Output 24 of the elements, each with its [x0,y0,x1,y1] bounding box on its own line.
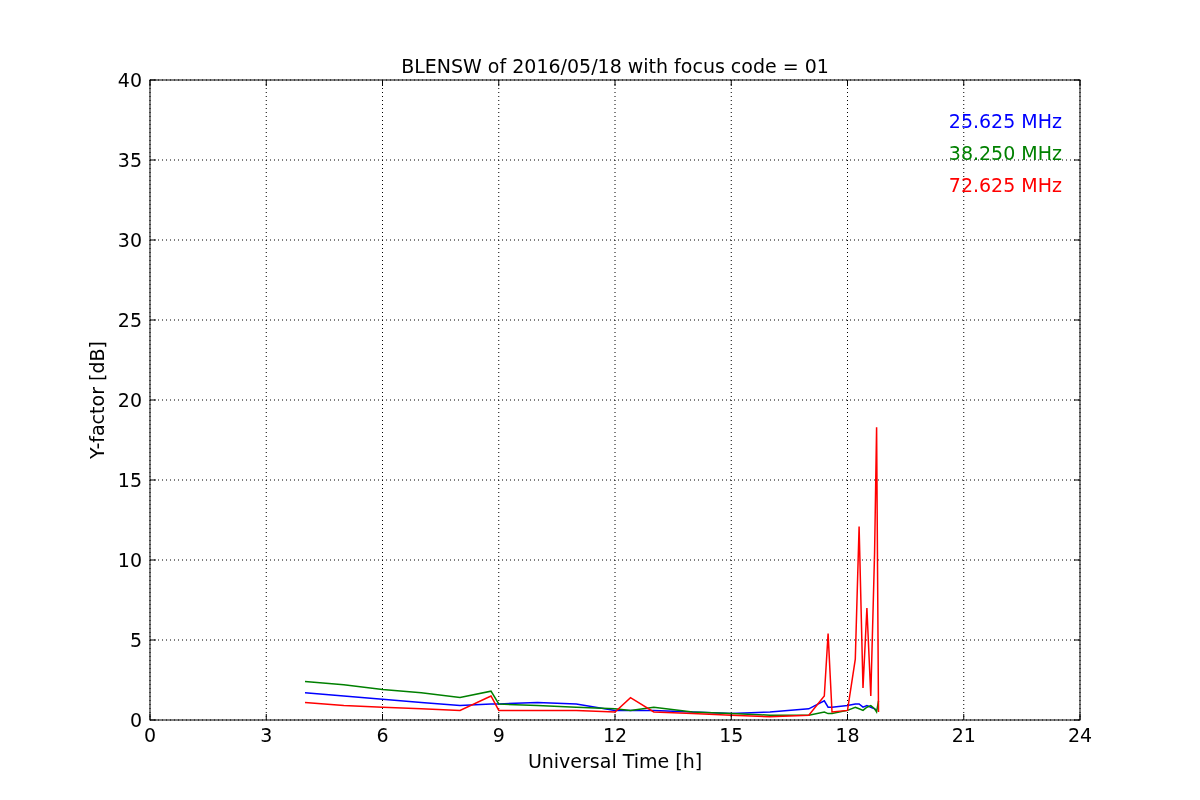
x-axis-label: Universal Time [h] [527,750,703,772]
tick-label: 3 [260,724,273,746]
legend-label: 38.250 MHz [948,142,1062,164]
tick-label: 15 [117,469,142,491]
tick-label: 18 [835,724,860,746]
tick-label: 9 [492,724,505,746]
y-axis-label: Y-factor [dB] [86,341,108,459]
tick-label: 20 [117,389,142,411]
tick-label: 21 [951,724,976,746]
tick-label: 25 [117,309,142,331]
tick-label: 6 [376,724,389,746]
legend-label: 25.625 MHz [948,110,1062,132]
tick-label: 35 [117,149,142,171]
tick-label: 0 [143,724,157,746]
tick-label: 15 [719,724,744,746]
chart-title: BLENSW of 2016/05/18 with focus code = 01 [401,55,829,77]
tick-label: 10 [117,549,142,571]
tick-label: 30 [117,229,142,251]
tick-label: 5 [129,629,142,651]
legend-label: 72.625 MHz [948,174,1062,196]
tick-label: 0 [129,709,142,731]
tick-label: 12 [602,724,628,746]
tick-label: 24 [1067,724,1093,746]
tick-label: 40 [117,69,142,91]
